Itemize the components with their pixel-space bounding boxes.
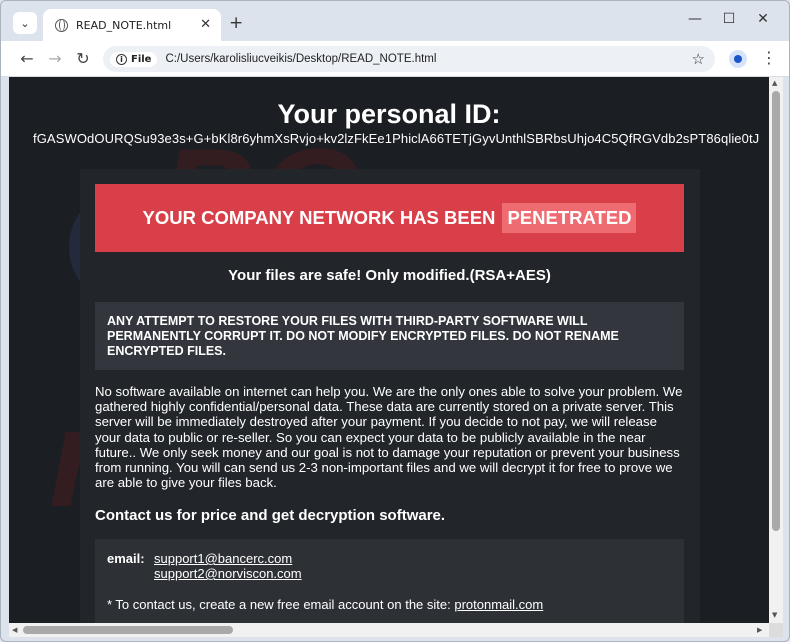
email-link-2[interactable]: support2@norviscon.com: [154, 566, 302, 581]
chevron-down-icon: ⌄: [20, 16, 30, 30]
scroll-left-arrow-icon[interactable]: ◀: [12, 626, 17, 634]
horizontal-scroll-thumb[interactable]: [23, 626, 233, 634]
browser-toolbar: ← → ↻ i File C:/Users/karolisliucveikis/…: [1, 41, 789, 77]
page-viewport: PC risk.com Your personal ID: fGASWOdOUR…: [9, 77, 769, 623]
scroll-down-arrow-icon[interactable]: ▼: [772, 611, 777, 619]
contact-heading: Contact us for price and get decryption …: [95, 507, 446, 524]
menu-kebab-icon[interactable]: ⋮: [761, 48, 777, 67]
globe-icon: [55, 18, 68, 32]
protonmail-link[interactable]: protonmail.com: [454, 597, 543, 612]
close-window-button[interactable]: ✕: [751, 11, 775, 27]
info-icon: i: [116, 53, 127, 65]
tab-read-note[interactable]: READ_NOTE.html ✕: [43, 9, 221, 41]
email-link-1[interactable]: support1@bancerc.com: [154, 551, 292, 566]
warning-box: ANY ATTEMPT TO RESTORE YOUR FILES WITH T…: [95, 302, 684, 370]
vertical-scrollbar[interactable]: ▲ ▼: [769, 77, 783, 623]
personal-id-title: Your personal ID:: [277, 99, 501, 129]
scroll-up-arrow-icon[interactable]: ▲: [772, 79, 777, 87]
email-box: email: support1@bancerc.com support2@nor…: [95, 539, 684, 623]
protonmail-text: * To contact us, create a new free email…: [107, 597, 451, 612]
back-arrow-icon[interactable]: ←: [17, 49, 37, 68]
ransom-body-text: No software available on internet can he…: [95, 384, 683, 491]
site-info-chip[interactable]: i File: [110, 51, 158, 67]
site-info-label: File: [131, 53, 152, 65]
scroll-right-arrow-icon[interactable]: ▶: [757, 626, 762, 634]
address-bar[interactable]: i File C:/Users/karolisliucveikis/Deskto…: [103, 46, 715, 72]
scrollbar-corner: [769, 623, 783, 637]
url-text[interactable]: C:/Users/karolisliucveikis/Desktop/READ_…: [165, 53, 436, 65]
banner-text: YOUR COMPANY NETWORK HAS BEEN: [142, 207, 496, 228]
banner-highlight: PENETRATED: [502, 203, 637, 233]
files-safe-heading: Your files are safe! Only modified.(RSA+…: [228, 267, 551, 284]
tab-close-icon[interactable]: ✕: [200, 17, 211, 32]
minimize-button[interactable]: —: [683, 11, 707, 27]
penetrated-banner: YOUR COMPANY NETWORK HAS BEEN PENETRATED: [95, 184, 684, 252]
maximize-button[interactable]: ☐: [717, 11, 741, 27]
reload-icon[interactable]: ↻: [73, 49, 93, 68]
email-label: email:: [107, 551, 145, 566]
bookmark-star-icon[interactable]: ☆: [692, 50, 705, 68]
profile-avatar-icon[interactable]: [729, 50, 747, 68]
forward-arrow-icon[interactable]: →: [45, 49, 65, 68]
browser-window: ⌄ READ_NOTE.html ✕ + — ☐ ✕ ← → ↻ i File …: [0, 0, 790, 642]
new-tab-button[interactable]: +: [229, 13, 243, 33]
horizontal-scrollbar[interactable]: ◀ ▶: [9, 623, 769, 637]
tab-title: READ_NOTE.html: [76, 18, 172, 32]
personal-id-value: fGASWOdOURQSu93e3s+G+bKl8r6yhmXsRvjo+kv2…: [33, 131, 760, 146]
protonmail-note: * To contact us, create a new free email…: [107, 597, 672, 612]
vertical-scroll-thumb[interactable]: [772, 91, 780, 531]
tab-search-button[interactable]: ⌄: [13, 12, 37, 34]
tab-strip: ⌄ READ_NOTE.html ✕ + — ☐ ✕: [1, 1, 789, 41]
